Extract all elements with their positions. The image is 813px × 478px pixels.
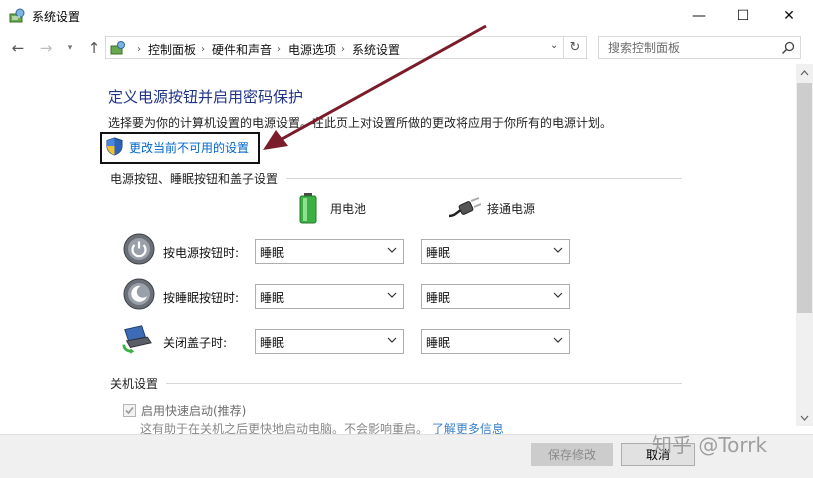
search-icon[interactable] [780,40,796,56]
lid-close-plugged-select[interactable]: 睡眠 [421,329,570,354]
uac-shield-icon [106,137,123,156]
chevron-down-icon [553,337,563,343]
select-value: 睡眠 [260,336,285,350]
chevron-down-icon [553,247,563,253]
power-button-plugged-select[interactable]: 睡眠 [421,239,570,264]
close-button[interactable]: ✕ [766,0,812,32]
navigation-bar: ← → ▾ ↑ › 控制面板 › 硬件和声音 › 电源选项 › 系统设置 ⌄ ↻ [0,32,813,64]
window-title: 系统设置 [32,10,81,24]
sleep-button-label: 按睡眠按钮时: [163,291,240,305]
learn-more-link[interactable]: 了解更多信息 [432,422,504,434]
sleep-button-icon [123,278,155,310]
battery-label: 用电池 [330,201,367,216]
page-title: 定义电源按钮并启用密码保护 [108,88,304,106]
breadcrumb-separator: › [137,44,141,55]
forward-arrow-icon: → [39,39,53,57]
refresh-button[interactable]: ↻ [564,36,587,59]
back-button[interactable]: ← [8,38,28,58]
address-dropdown-icon[interactable]: ⌄ [550,40,558,51]
breadcrumb-separator: › [201,44,206,55]
chevron-down-icon [387,292,397,298]
forward-button[interactable]: → [36,38,56,58]
chevron-down-icon [800,415,809,421]
plugged-in-label: 接通电源 [487,201,536,216]
maximize-icon: ☐ [736,8,750,24]
breadcrumb-control-panel[interactable]: 控制面板 [148,41,196,58]
power-button-icon [123,233,155,265]
breadcrumb-separator: › [341,44,346,55]
fast-startup-label: 启用快速启动(推荐) [141,404,247,418]
control-panel-icon [9,8,25,23]
chevron-down-icon [553,292,563,298]
chevron-up-icon [800,69,809,75]
fast-startup-description-text: 这有助于在关机之后更快地启动电脑。不会影响重启。 [140,422,429,434]
refresh-icon: ↻ [569,40,581,55]
save-changes-button[interactable]: 保存修改 [531,443,613,466]
main-content: 定义电源按钮并启用密码保护 选择要为你的计算机设置的电源设置。在此页上对设置所做… [0,64,796,434]
breadcrumb-power-options[interactable]: 电源选项 [288,41,336,58]
chevron-down-icon [387,337,397,343]
column-header-plugged-in: 接通电源 [447,196,535,220]
breadcrumb-separator: › [277,44,282,55]
power-button-label: 按电源按钮时: [163,246,240,260]
power-button-battery-select[interactable]: 睡眠 [255,239,404,264]
laptop-lid-icon [122,325,152,355]
shutdown-group-header: 关机设置 [110,377,159,391]
select-value: 睡眠 [260,246,285,260]
back-arrow-icon: ← [11,39,25,57]
scroll-up-button[interactable] [796,64,813,81]
scroll-thumb[interactable] [797,83,812,313]
power-plug-icon [448,197,481,218]
recent-locations-button[interactable]: ▾ [60,38,80,58]
close-icon: ✕ [783,8,795,24]
maximize-button[interactable]: ☐ [720,0,766,32]
scroll-down-button[interactable] [796,409,813,426]
breadcrumb-system-settings[interactable]: 系统设置 [352,41,400,58]
sleep-button-battery-select[interactable]: 睡眠 [255,284,404,309]
page-description: 选择要为你的计算机设置的电源设置。在此页上对设置所做的更改将应用于你所有的电源计… [108,116,613,130]
chevron-down-icon [387,247,397,253]
checkmark-icon [125,406,134,415]
column-header-battery: 用电池 [297,192,366,224]
group-divider [166,383,682,384]
up-button[interactable]: ↑ [84,38,104,58]
control-panel-icon [110,41,125,55]
breadcrumb: › 控制面板 › 硬件和声音 › 电源选项 › 系统设置 [132,41,400,58]
vertical-scrollbar[interactable] [796,64,813,426]
change-unavailable-settings-link[interactable]: 更改当前不可用的设置 [129,139,249,156]
address-bar[interactable]: › 控制面板 › 硬件和声音 › 电源选项 › 系统设置 ⌄ [105,36,564,59]
fast-startup-description: 这有助于在关机之后更快地启动电脑。不会影响重启。 了解更多信息 [140,420,504,434]
lid-close-label: 关闭盖子时: [163,336,228,350]
fast-startup-checkbox[interactable] [123,404,136,417]
up-arrow-icon: ↑ [87,39,101,57]
lid-close-battery-select[interactable]: 睡眠 [255,329,404,354]
select-value: 睡眠 [260,291,285,305]
search-box [598,36,801,59]
sleep-button-plugged-select[interactable]: 睡眠 [421,284,570,309]
minimize-icon: — [692,8,706,24]
select-value: 睡眠 [426,246,451,260]
title-bar: 系统设置 — ☐ ✕ [0,0,813,32]
minimize-button[interactable]: — [676,0,722,32]
power-buttons-group-header: 电源按钮、睡眠按钮和盖子设置 [110,172,279,186]
battery-icon [299,193,317,224]
group-divider [286,178,682,179]
select-value: 睡眠 [426,291,451,305]
chevron-down-icon: ▾ [67,43,73,53]
fast-startup-option[interactable]: 启用快速启动(推荐) [123,402,246,419]
breadcrumb-hardware-sound[interactable]: 硬件和声音 [212,41,272,58]
watermark: 知乎 @Torrk [652,433,768,457]
select-value: 睡眠 [426,336,451,350]
search-input[interactable] [599,37,777,58]
